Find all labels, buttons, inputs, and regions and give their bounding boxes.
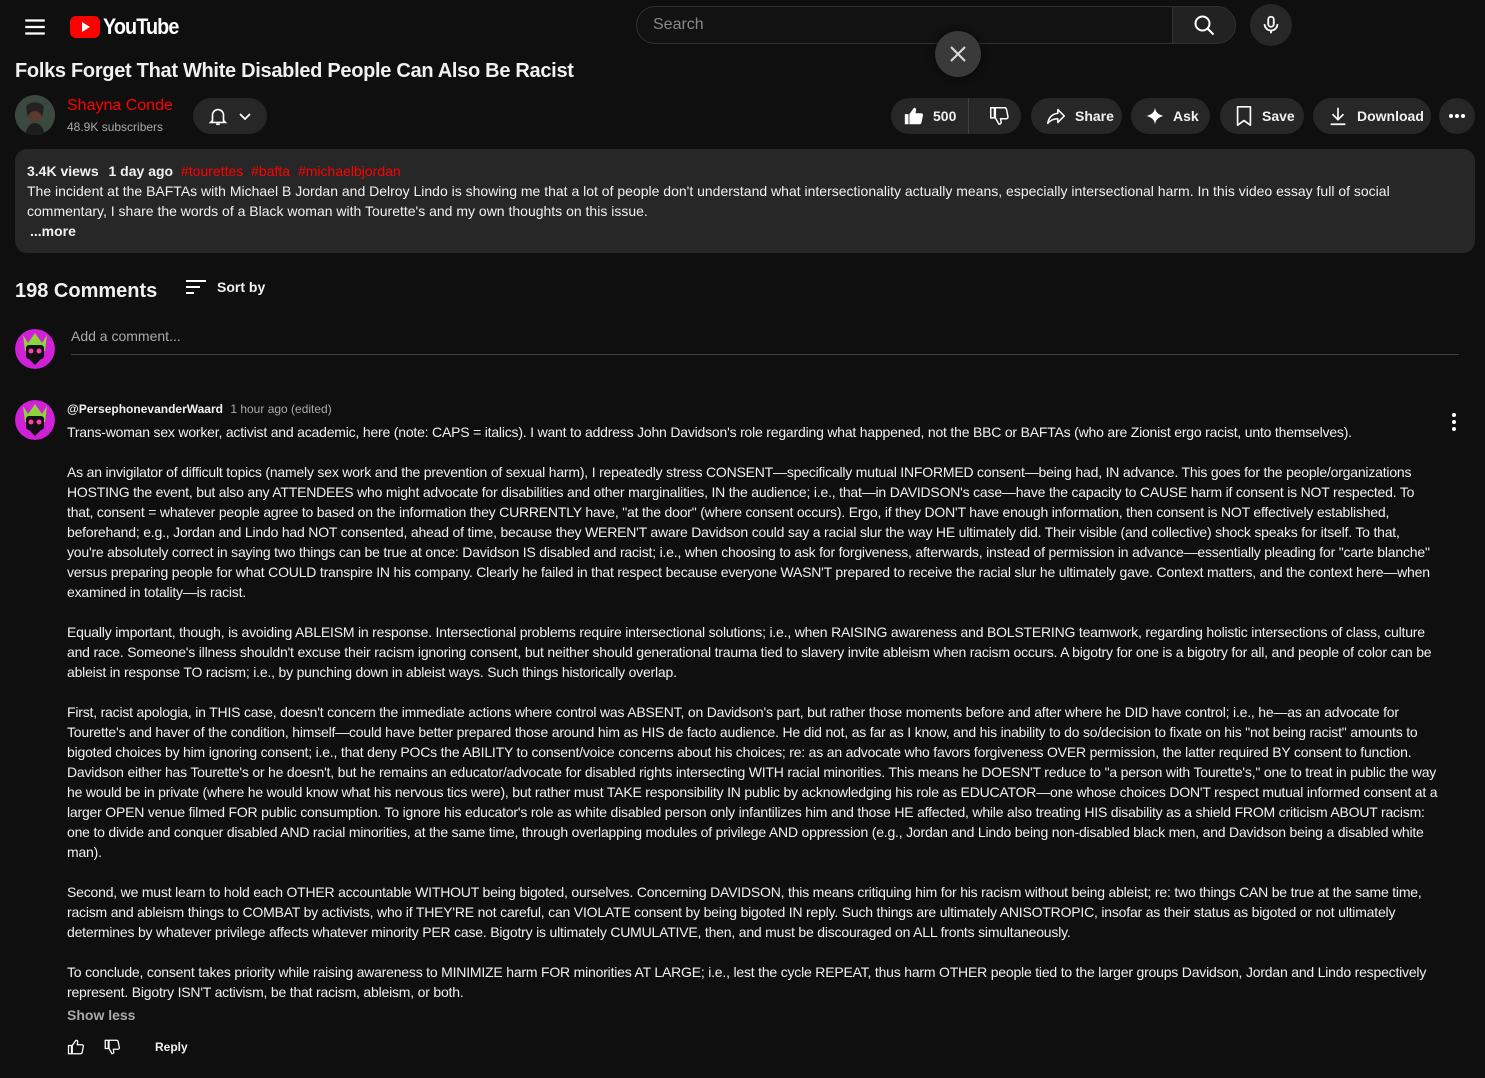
download-icon	[1327, 105, 1349, 127]
thumbs-down-icon[interactable]	[103, 1038, 121, 1056]
hashtag[interactable]: #bafta	[251, 163, 290, 179]
like-dislike-group: 500	[891, 98, 1021, 134]
thumbs-up-icon[interactable]	[67, 1038, 85, 1056]
comment-paragraph: First, racist apologia, in THIS case, do…	[67, 704, 1438, 860]
add-comment-field[interactable]	[71, 328, 1459, 355]
search-box[interactable]	[636, 6, 1204, 44]
share-icon	[1045, 105, 1067, 127]
download-label: Download	[1357, 108, 1424, 124]
comment-actions: Reply	[67, 1038, 188, 1056]
save-label: Save	[1262, 108, 1295, 124]
show-less-button[interactable]: Show less	[67, 1007, 135, 1023]
dislike-button[interactable]	[977, 98, 1021, 134]
show-more-button[interactable]: ...more	[30, 223, 76, 239]
view-count: 3.4K views	[27, 163, 99, 179]
more-vertical-icon	[1451, 412, 1457, 432]
hashtag[interactable]: #michaelbjordan	[298, 163, 401, 179]
like-count: 500	[933, 108, 957, 124]
search-input[interactable]	[637, 7, 1204, 43]
subscriber-count: 48.9K subscribers	[67, 120, 164, 134]
save-button[interactable]: Save	[1220, 98, 1304, 134]
sort-label: Sort by	[217, 279, 266, 295]
ask-button[interactable]: Ask	[1131, 98, 1210, 134]
video-title: Folks Forget That White Disabled People …	[15, 60, 574, 82]
close-icon	[949, 45, 967, 63]
reply-button[interactable]: Reply	[155, 1040, 188, 1054]
download-button[interactable]: Download	[1313, 98, 1431, 134]
sparkle-icon	[1145, 106, 1165, 126]
comment-time[interactable]: 1 hour ago (edited)	[230, 402, 331, 416]
comment-input[interactable]	[71, 328, 1459, 344]
comment-paragraph: Second, we must learn to hold each OTHER…	[67, 884, 1422, 940]
upload-date: 1 day ago	[108, 163, 174, 179]
comment-paragraph: Trans-woman sex worker, activist and aca…	[67, 424, 1352, 440]
notifications-button[interactable]	[193, 98, 267, 134]
logo-text: YouTube	[103, 14, 179, 39]
user-avatar	[15, 329, 55, 369]
search-icon	[1192, 13, 1216, 37]
sort-button[interactable]: Sort by	[185, 278, 265, 296]
channel-name[interactable]: Shayna Conde	[67, 97, 173, 115]
bell-icon	[207, 105, 229, 127]
commenter-avatar[interactable]	[15, 400, 55, 440]
bookmark-icon	[1234, 105, 1254, 127]
comment-paragraph: As an invigilator of difficult topics (n…	[67, 464, 1430, 600]
hashtag[interactable]: #tourettes	[181, 163, 243, 179]
like-button[interactable]: 500	[891, 98, 970, 134]
comment-paragraph: To conclude, consent takes priority whil…	[67, 964, 1427, 1000]
comment-body: Trans-woman sex worker, activist and aca…	[67, 422, 1439, 1002]
comment-count: 198 Comments	[15, 280, 158, 302]
chevron-down-icon	[237, 108, 253, 124]
youtube-logo[interactable]: YouTube	[70, 14, 187, 40]
close-button[interactable]	[935, 31, 981, 77]
comment-author[interactable]: @PersephonevanderWaard	[67, 402, 223, 416]
more-actions-button[interactable]	[1439, 98, 1475, 134]
ask-label: Ask	[1173, 108, 1199, 124]
search-button[interactable]	[1172, 6, 1236, 44]
channel-avatar[interactable]	[15, 95, 55, 135]
description-box[interactable]: 3.4K views 1 day ago #tourettes #bafta #…	[15, 149, 1475, 253]
comment-header: @PersephonevanderWaard 1 hour ago (edite…	[67, 402, 332, 416]
thumbs-down-icon	[988, 105, 1010, 127]
more-horizontal-icon	[1447, 106, 1467, 126]
description-meta: 3.4K views 1 day ago #tourettes #bafta #…	[27, 161, 1463, 181]
comment-paragraph: Equally important, though, is avoiding A…	[67, 624, 1432, 680]
share-button[interactable]: Share	[1031, 98, 1122, 134]
description-text: The incident at the BAFTAs with Michael …	[27, 183, 1390, 219]
sort-icon	[185, 278, 207, 296]
voice-search-button[interactable]	[1250, 4, 1292, 46]
microphone-icon	[1260, 14, 1282, 36]
menu-icon[interactable]	[22, 14, 48, 40]
thumbs-up-icon	[903, 105, 925, 127]
share-label: Share	[1075, 108, 1114, 124]
comment-menu-button[interactable]	[1444, 410, 1464, 434]
youtube-play-icon	[70, 16, 100, 38]
